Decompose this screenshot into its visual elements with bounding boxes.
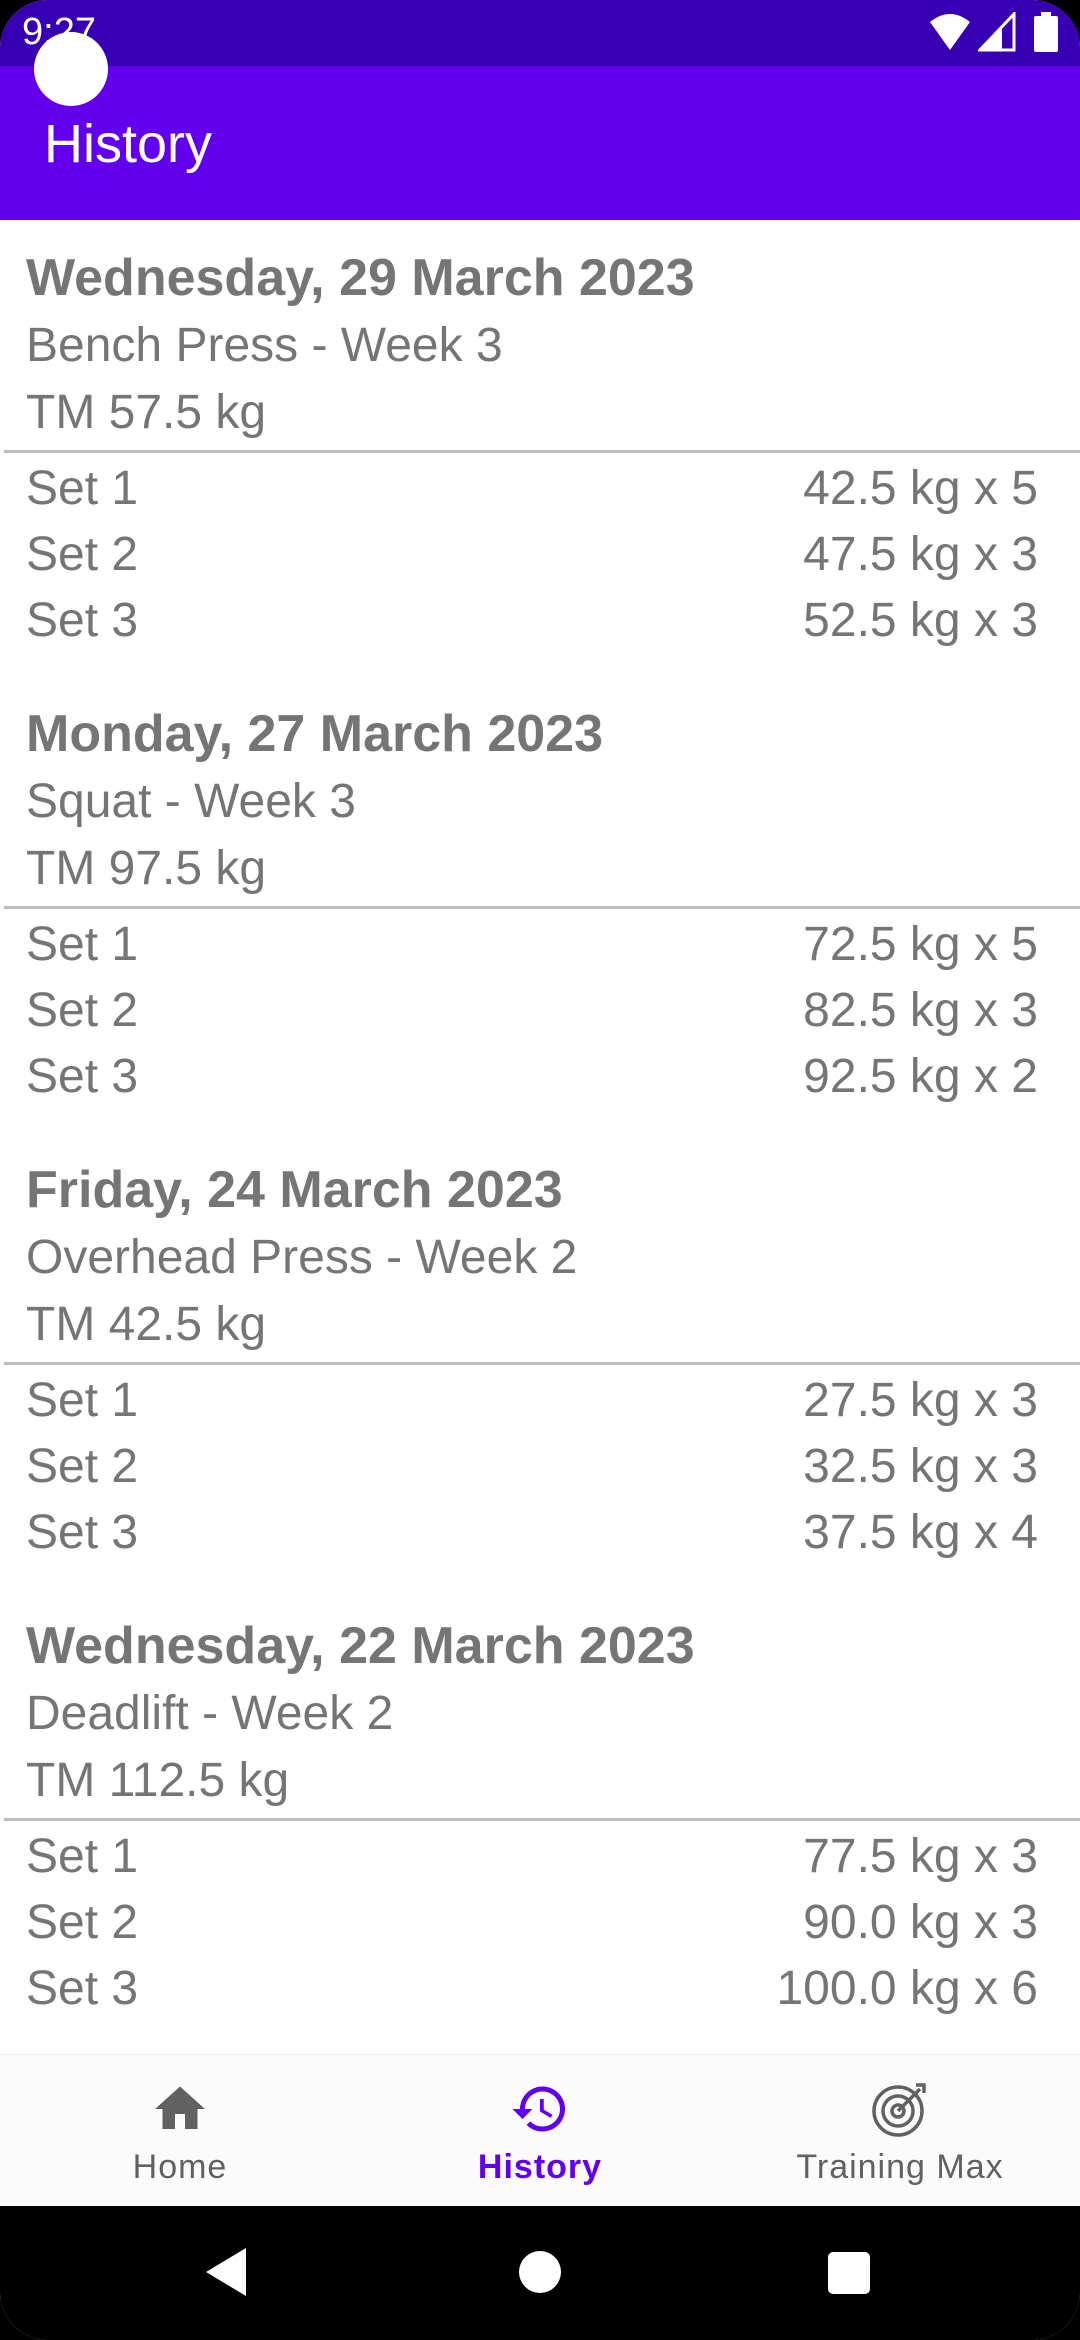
wifi-icon [928, 12, 972, 57]
set-value: 27.5 kg x 3 [803, 1374, 1038, 1427]
set-value: 52.5 kg x 3 [803, 594, 1038, 647]
history-icon [510, 2079, 570, 2139]
divider [4, 450, 1080, 453]
entry-exercise: Deadlift - Week 2 [26, 1687, 394, 1740]
nav-label: Training Max [796, 2148, 1004, 2186]
nav-item-history[interactable]: History [360, 2055, 720, 2207]
app-screen: 9:27 History Wednesday, 29 March 2023 Be… [0, 0, 1080, 2340]
home-circle-icon[interactable] [518, 2250, 562, 2299]
set-label: Set 3 [26, 1962, 139, 2015]
set-row: Set 2 90.0 kg x 3 [0, 1890, 1080, 1956]
nav-label: History [477, 2148, 603, 2186]
set-row: Set 2 47.5 kg x 3 [0, 522, 1080, 588]
set-label: Set 3 [26, 1506, 139, 1559]
target-icon [870, 2079, 930, 2139]
entry-exercise: Squat - Week 3 [26, 775, 356, 828]
entry-training-max: TM 112.5 kg [26, 1754, 290, 1807]
set-row: Set 1 27.5 kg x 3 [0, 1368, 1080, 1434]
set-value: 47.5 kg x 3 [803, 528, 1038, 581]
set-row: Set 1 77.5 kg x 3 [0, 1824, 1080, 1890]
set-row: Set 3 100.0 kg x 6 [0, 1956, 1080, 2022]
entry-date: Wednesday, 22 March 2023 [26, 1617, 695, 1675]
divider [4, 1362, 1080, 1365]
history-list[interactable]: Wednesday, 29 March 2023 Bench Press - W… [0, 220, 1080, 2054]
entry-exercise: Bench Press - Week 3 [26, 319, 503, 372]
home-icon [150, 2079, 210, 2139]
set-value: 32.5 kg x 3 [803, 1440, 1038, 1493]
cellular-signal-icon [976, 10, 1016, 57]
recents-icon[interactable] [828, 2252, 870, 2299]
history-entry[interactable]: Friday, 24 March 2023 Overhead Press - W… [0, 1132, 1080, 1588]
divider [4, 1818, 1080, 1821]
set-value: 42.5 kg x 5 [803, 462, 1038, 515]
set-value: 82.5 kg x 3 [803, 984, 1038, 1037]
set-row: Set 3 52.5 kg x 3 [0, 588, 1080, 654]
set-row: Set 3 37.5 kg x 4 [0, 1500, 1080, 1566]
nav-item-training-max[interactable]: Training Max [720, 2055, 1080, 2207]
entry-date: Wednesday, 29 March 2023 [26, 249, 695, 307]
set-label: Set 1 [26, 1830, 139, 1883]
back-icon[interactable] [202, 2244, 252, 2305]
set-label: Set 2 [26, 1440, 139, 1493]
set-label: Set 2 [26, 984, 139, 1037]
nav-item-home[interactable]: Home [0, 2055, 360, 2207]
battery-icon [1032, 12, 1060, 57]
set-label: Set 2 [26, 1896, 139, 1949]
entry-training-max: TM 42.5 kg [26, 1298, 267, 1351]
camera-cutout [34, 32, 108, 106]
history-entry[interactable]: Wednesday, 29 March 2023 Bench Press - W… [0, 220, 1080, 676]
system-navigation-bar [0, 2206, 1080, 2340]
set-row: Set 2 82.5 kg x 3 [0, 978, 1080, 1044]
nav-label: Home [132, 2148, 228, 2186]
bottom-navigation: Home History Training Max [0, 2054, 1080, 2207]
status-bar: 9:27 [0, 0, 1080, 66]
set-value: 92.5 kg x 2 [803, 1050, 1038, 1103]
entry-date: Monday, 27 March 2023 [26, 705, 604, 763]
set-row: Set 2 32.5 kg x 3 [0, 1434, 1080, 1500]
set-value: 100.0 kg x 6 [776, 1962, 1038, 2015]
entry-exercise: Overhead Press - Week 2 [26, 1231, 578, 1284]
set-label: Set 3 [26, 594, 139, 647]
entry-training-max: TM 97.5 kg [26, 842, 267, 895]
app-bar: History [0, 66, 1080, 220]
entry-training-max: TM 57.5 kg [26, 386, 267, 439]
set-value: 90.0 kg x 3 [803, 1896, 1038, 1949]
set-value: 37.5 kg x 4 [803, 1506, 1038, 1559]
history-entry[interactable]: Wednesday, 22 March 2023 Deadlift - Week… [0, 1588, 1080, 2044]
entry-date: Friday, 24 March 2023 [26, 1161, 563, 1219]
set-label: Set 1 [26, 462, 139, 515]
set-label: Set 3 [26, 1050, 139, 1103]
set-label: Set 1 [26, 1374, 139, 1427]
set-value: 72.5 kg x 5 [803, 918, 1038, 971]
page-title: History [44, 114, 213, 174]
set-row: Set 1 42.5 kg x 5 [0, 456, 1080, 522]
divider [4, 906, 1080, 909]
set-label: Set 1 [26, 918, 139, 971]
set-label: Set 2 [26, 528, 139, 581]
set-row: Set 3 92.5 kg x 2 [0, 1044, 1080, 1110]
set-row: Set 1 72.5 kg x 5 [0, 912, 1080, 978]
history-entry[interactable]: Monday, 27 March 2023 Squat - Week 3 TM … [0, 676, 1080, 1132]
set-value: 77.5 kg x 3 [803, 1830, 1038, 1883]
